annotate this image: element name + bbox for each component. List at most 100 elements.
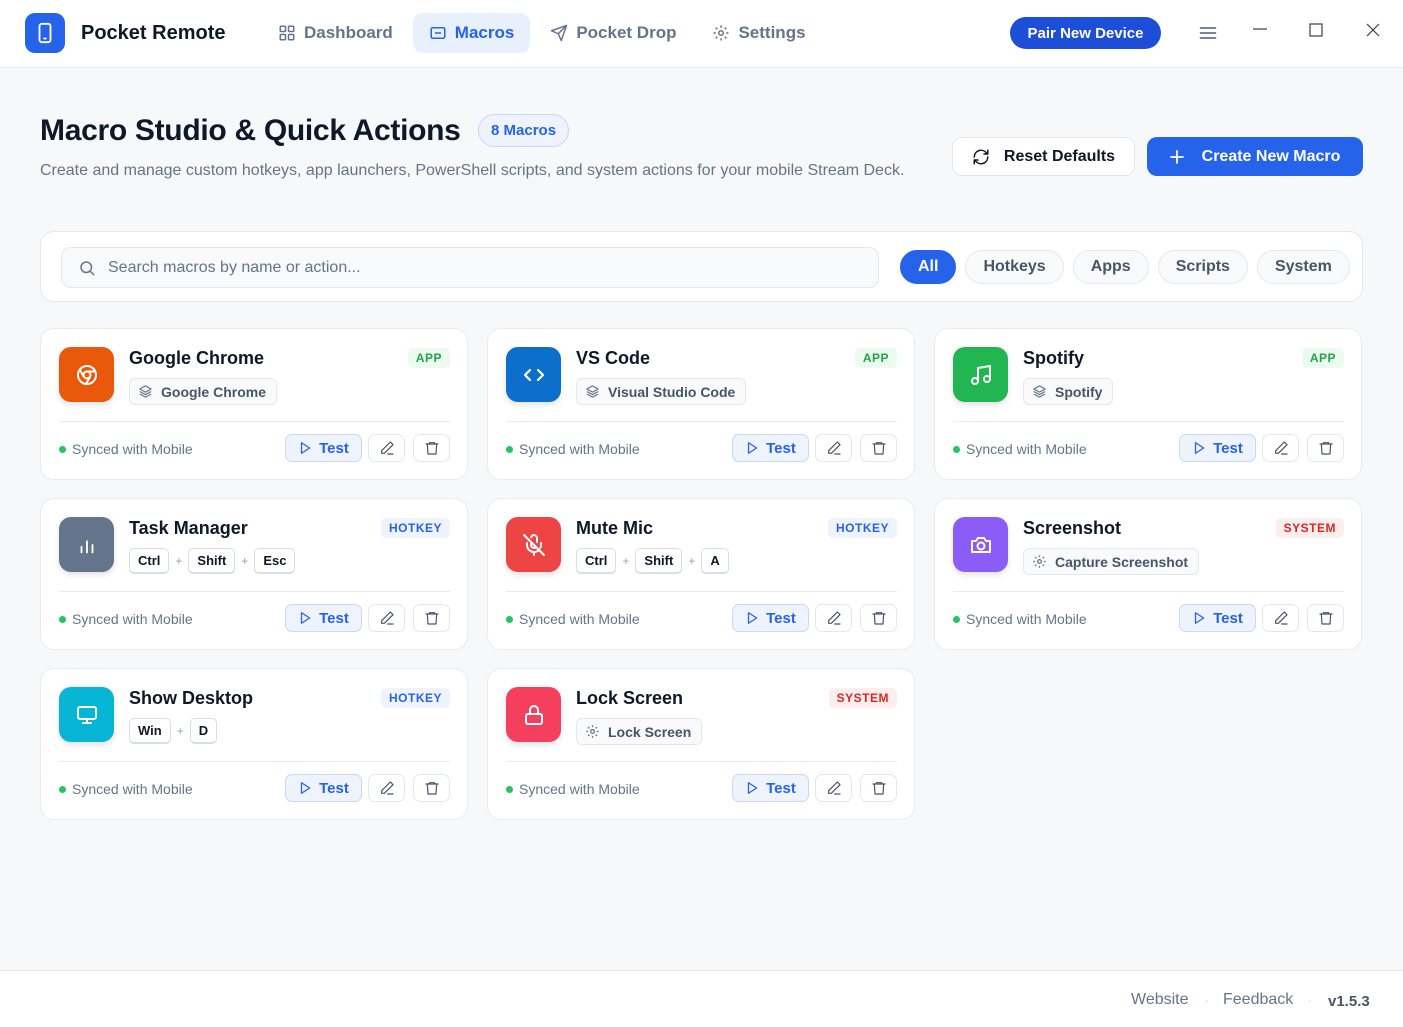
test-button[interactable]: Test [732,604,809,632]
nav-label: Dashboard [304,23,393,42]
macro-card[interactable]: Screenshot SYSTEM Capture Screenshot Syn… [934,498,1362,650]
test-label: Test [319,779,349,797]
nav-macros[interactable]: Macros [412,13,531,53]
edit-button[interactable] [1262,604,1299,632]
nav-pocket-drop[interactable]: Pocket Drop [534,13,692,53]
nav-settings[interactable]: Settings [696,13,821,53]
macro-title: Spotify [1023,348,1084,368]
card-divider [506,421,897,422]
test-button[interactable]: Test [285,434,362,462]
close-icon[interactable] [1358,15,1388,45]
action-label: Visual Studio Code [608,383,736,400]
test-button[interactable]: Test [285,604,362,632]
macro-card[interactable]: Mute Mic HOTKEY Ctrl + Shift + A Synced with… [487,498,915,650]
action-pill: Spotify [1023,378,1114,405]
trash-icon [424,440,440,456]
main-nav: Dashboard Macros Pocket Drop Settings [262,13,822,53]
test-button[interactable]: Test [732,434,809,462]
footer-separator: · [1308,993,1312,1007]
edit-button[interactable] [815,434,852,462]
macro-card[interactable]: VS Code APP Visual Studio Code Synced wi… [487,328,915,480]
trash-icon [871,610,887,626]
macro-title: Mute Mic [576,518,654,538]
key-cap: Shift [635,548,683,574]
sync-label: Synced with Mobile [519,781,640,797]
create-new-macro-button[interactable]: Create New Macro [1147,137,1363,176]
sync-label: Synced with Mobile [966,441,1087,457]
test-button[interactable]: Test [732,774,809,802]
play-icon [747,782,758,794]
edit-button[interactable] [815,604,852,632]
key-cap: D [189,718,218,744]
test-button[interactable]: Test [285,774,362,802]
sync-status: Synced with Mobile [506,781,640,797]
delete-button[interactable] [413,434,450,462]
macro-type-badge: APP [407,348,450,368]
macro-title: Google Chrome [129,348,265,368]
macro-card[interactable]: Spotify APP Spotify Synced with Mobile T… [934,328,1362,480]
nav-dashboard[interactable]: Dashboard [262,13,409,53]
pencil-icon [379,610,395,626]
nav-label: Settings [738,23,806,42]
macro-icon [430,27,446,39]
card-divider [59,591,450,592]
search-icon [80,260,95,275]
edit-button[interactable] [1262,434,1299,462]
pencil-icon [379,780,395,796]
macro-card[interactable]: Task Manager HOTKEY Ctrl + Shift + Esc Synce… [40,498,468,650]
filter-all[interactable]: All [900,250,957,284]
status-dot [59,445,66,453]
menu-icon[interactable] [1193,18,1223,48]
test-button[interactable]: Test [1179,434,1256,462]
delete-button[interactable] [413,774,450,802]
chrome-icon [59,347,114,402]
edit-button[interactable] [368,774,405,802]
sync-label: Synced with Mobile [966,611,1087,627]
feedback-link[interactable]: Feedback [1223,991,1293,1009]
website-link[interactable]: Website [1131,991,1189,1009]
key-cap: Win [129,718,171,744]
reset-defaults-label: Reset Defaults [1003,147,1116,165]
delete-button[interactable] [1307,434,1344,462]
test-button[interactable]: Test [1179,604,1256,632]
macro-card[interactable]: Lock Screen SYSTEM Lock Screen Synced wi… [487,668,915,820]
macro-title: Show Desktop [129,688,254,708]
card-divider [59,421,450,422]
refresh-icon [973,149,989,164]
reset-defaults-button[interactable]: Reset Defaults [952,137,1135,176]
delete-button[interactable] [860,774,897,802]
play-icon [1194,612,1205,624]
edit-button[interactable] [815,774,852,802]
trash-icon [424,780,440,796]
search-input[interactable] [108,258,848,277]
key-cap: Shift [188,548,236,574]
filter-apps[interactable]: Apps [1072,250,1149,284]
filter-scripts[interactable]: Scripts [1157,250,1248,284]
filter-system[interactable]: System [1256,250,1350,284]
sync-status: Synced with Mobile [59,441,193,457]
minimize-icon[interactable] [1245,14,1275,44]
layers-icon [138,384,153,399]
pair-new-device-button[interactable]: Pair New Device [1010,17,1161,49]
edit-button[interactable] [368,434,405,462]
macro-card[interactable]: Google Chrome APP Google Chrome Synced w… [40,328,468,480]
hotkey-combo: Ctrl + Shift + Esc [129,548,296,574]
maximize-icon[interactable] [1301,15,1331,45]
delete-button[interactable] [1307,604,1344,632]
macro-title: Task Manager [129,518,248,538]
macro-card[interactable]: Show Desktop HOTKEY Win + D Synced with Mo… [40,668,468,820]
key-cap: Ctrl [576,548,617,574]
layers-icon [1032,384,1047,399]
macro-type-badge: HOTKEY [380,518,450,538]
action-pill: Capture Screenshot [1023,548,1200,575]
delete-button[interactable] [413,604,450,632]
macro-type-badge: HOTKEY [827,518,897,538]
key-cap: A [701,548,729,574]
play-icon [300,782,311,794]
delete-button[interactable] [860,604,897,632]
delete-button[interactable] [860,434,897,462]
pencil-icon [379,440,395,456]
edit-button[interactable] [368,604,405,632]
play-icon [300,442,311,454]
filter-hotkeys[interactable]: Hotkeys [965,250,1064,284]
